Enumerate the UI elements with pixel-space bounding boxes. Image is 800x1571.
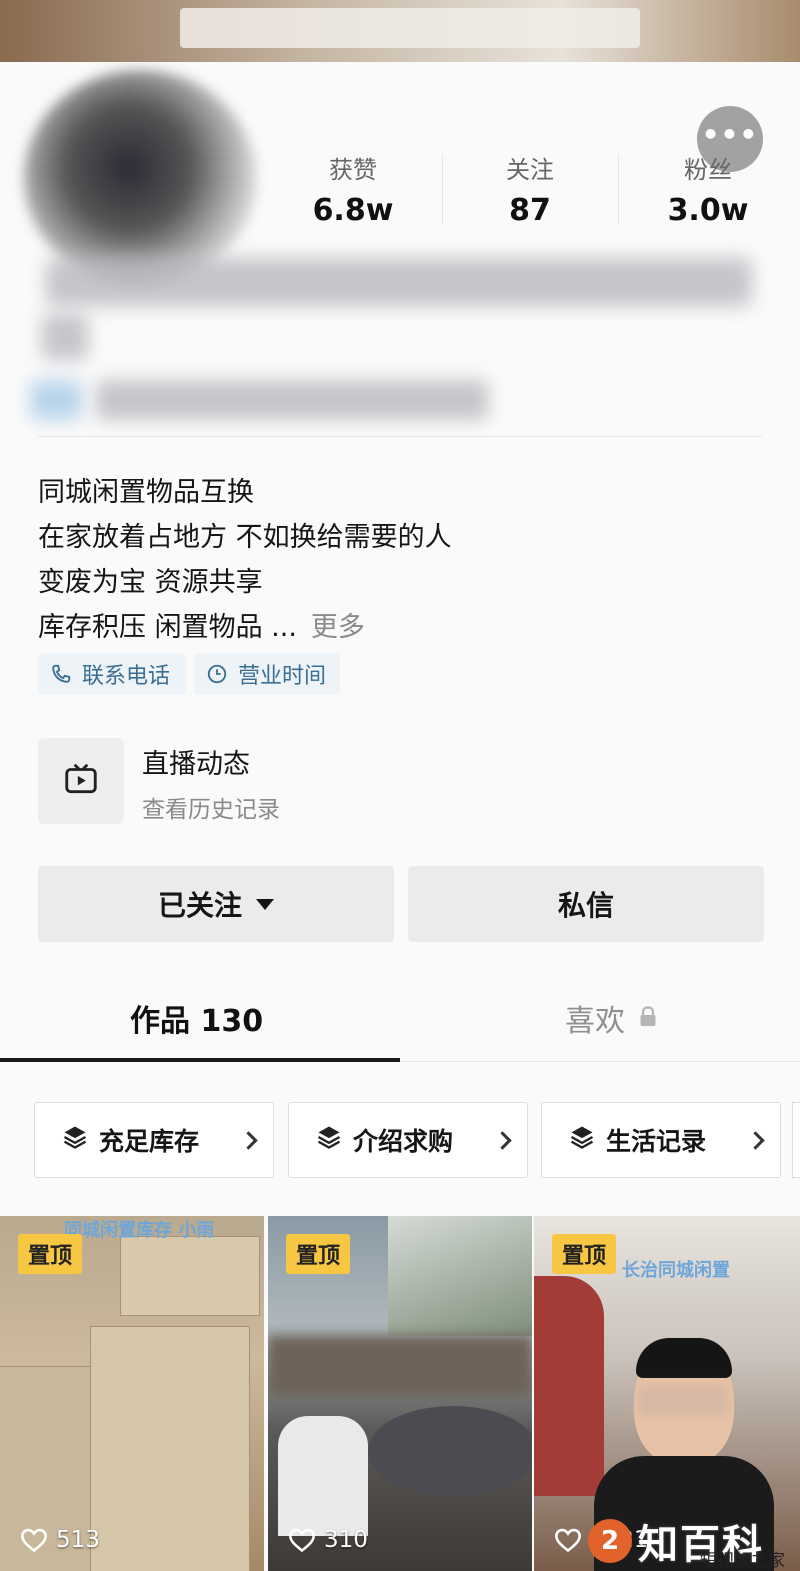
clock-icon — [206, 663, 228, 685]
following-button-label: 已关注 — [157, 889, 242, 922]
tab-likes[interactable]: 喜欢 — [565, 996, 657, 1040]
collection-label: 生活记录 — [606, 1127, 707, 1156]
cover-image-detail — [180, 8, 640, 48]
chevron-right-icon — [746, 1130, 765, 1150]
stat-divider — [442, 154, 443, 224]
video-like-count: 310 — [288, 1527, 368, 1553]
stat-likes-value: 6.8w — [312, 193, 394, 228]
video-overlay-text: 长治同城闲置 — [622, 1260, 730, 1281]
profile-cover — [0, 0, 800, 62]
divider — [38, 436, 762, 437]
avatar[interactable] — [24, 70, 256, 286]
heart-icon — [289, 1528, 315, 1553]
bio-line: 变废为宝 资源共享 — [38, 567, 263, 598]
video-like-count: 513 — [20, 1527, 100, 1553]
pinned-badge: 置顶 — [18, 1234, 83, 1274]
live-history-subtitle[interactable]: 查看历史记录 — [142, 790, 280, 824]
contact-phone-label: 联系电话 — [82, 664, 171, 689]
collection-life[interactable]: 生活记录 — [541, 1102, 781, 1178]
stat-following[interactable]: 关注 87 — [460, 150, 600, 228]
heart-icon — [21, 1528, 47, 1553]
stack-icon — [315, 1123, 343, 1157]
message-button-label: 私信 — [557, 889, 614, 922]
watermark-site: 短视频之家 — [700, 1551, 785, 1571]
profile-bio: 同城闲置物品互换 在家放着占地方 不如换给需要的人 变废为宝 资源共享 库存积压… — [38, 470, 758, 650]
following-button[interactable]: 已关注 — [38, 866, 394, 942]
stat-divider — [618, 154, 619, 224]
pinned-badge: 置顶 — [552, 1234, 617, 1274]
bio-line-text: 库存积压 闲置物品 ... — [38, 612, 297, 643]
live-history-title[interactable]: 直播动态 — [142, 742, 250, 781]
stat-following-value: 87 — [509, 193, 551, 228]
thumbnail-scene — [636, 1338, 732, 1378]
stat-likes-label: 获赞 — [329, 156, 377, 184]
like-count-value: 310 — [324, 1527, 368, 1553]
thumbnail-scene — [90, 1326, 250, 1571]
stat-followers[interactable]: 粉丝 3.0w — [638, 150, 778, 228]
caret-down-icon — [256, 898, 274, 910]
thumbnail-scene — [278, 1416, 368, 1536]
bio-line: 在家放着占地方 不如换给需要的人 — [38, 522, 452, 553]
heart-icon — [555, 1528, 581, 1553]
lock-icon — [639, 1001, 657, 1036]
bio-more-link[interactable]: 更多 — [311, 612, 365, 643]
blurred-username — [46, 258, 752, 306]
stack-icon — [61, 1123, 89, 1157]
collection-wanted[interactable]: 介绍求购 — [288, 1102, 528, 1178]
collection-stock[interactable]: 充足库存 — [34, 1102, 274, 1178]
blurred-info — [42, 314, 88, 360]
like-count-value: 513 — [56, 1527, 100, 1553]
thumbnail-scene — [120, 1236, 260, 1316]
stat-likes[interactable]: 获赞 6.8w — [283, 150, 423, 228]
video-thumbnail[interactable]: 同城闲置库存 小雨 置顶 513 — [0, 1216, 264, 1571]
thumbnail-scene — [534, 1276, 604, 1496]
live-history-entry[interactable] — [38, 738, 124, 824]
thumbnail-scene — [368, 1406, 532, 1496]
tv-icon — [62, 760, 100, 802]
bio-line: 同城闲置物品互换 — [38, 477, 254, 508]
blurred-badge — [30, 380, 82, 420]
chevron-right-icon — [493, 1130, 512, 1150]
stat-following-label: 关注 — [506, 156, 554, 184]
chevron-right-icon — [239, 1130, 258, 1150]
stat-followers-value: 3.0w — [667, 193, 749, 228]
collection-overflow-hint — [792, 1102, 800, 1178]
tab-likes-label: 喜欢 — [565, 1004, 625, 1039]
business-hours-label: 营业时间 — [238, 664, 327, 689]
stat-followers-label: 粉丝 — [684, 156, 732, 184]
ellipsis-icon: ••• — [701, 117, 759, 151]
collection-label: 介绍求购 — [353, 1127, 454, 1156]
contact-phone-chip[interactable]: 联系电话 — [38, 653, 186, 695]
stack-icon — [568, 1123, 596, 1157]
bio-line: 库存积压 闲置物品 ... 更多 — [38, 605, 758, 650]
message-button[interactable]: 私信 — [408, 866, 764, 942]
phone-icon — [50, 663, 72, 685]
business-hours-chip[interactable]: 营业时间 — [194, 653, 340, 695]
collection-label: 充足库存 — [99, 1127, 200, 1156]
tab-works[interactable]: 作品 130 — [130, 996, 263, 1040]
thumbnail-scene — [388, 1216, 532, 1336]
video-overlay-text: 同城闲置库存 小雨 — [64, 1220, 215, 1241]
active-tab-indicator — [0, 1058, 400, 1062]
video-thumbnail[interactable]: 置顶 310 — [268, 1216, 532, 1571]
pinned-badge: 置顶 — [286, 1234, 351, 1274]
blurred-account-id — [96, 380, 488, 420]
blurred-region — [638, 1386, 728, 1416]
watermark-badge: 2 — [588, 1519, 632, 1563]
blurred-region — [268, 1336, 532, 1396]
